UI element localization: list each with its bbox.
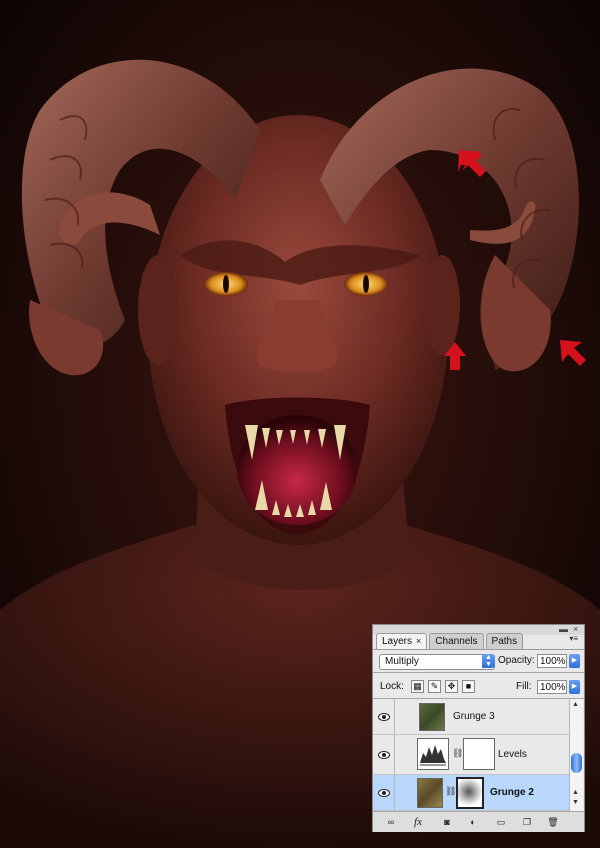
tab-channels[interactable]: Channels — [429, 633, 484, 649]
lock-label: Lock: — [380, 681, 404, 692]
photoshop-canvas: ▬ × Layers × Channels Paths ▾≡ Multiply ▲… — [0, 0, 600, 848]
visibility-eye-icon[interactable] — [373, 775, 395, 810]
close-icon[interactable]: × — [573, 624, 578, 634]
group-icon[interactable]: ▭ — [493, 815, 509, 829]
adjustment-icon[interactable]: ◐ — [465, 815, 481, 829]
levels-adjustment-icon — [417, 738, 449, 770]
scroll-thumb[interactable] — [571, 753, 582, 773]
layer-mask-thumbnail[interactable] — [456, 777, 484, 809]
mask-icon[interactable]: ◙ — [439, 815, 455, 829]
layer-mask-thumbnail[interactable] — [463, 738, 495, 770]
lock-image-icon[interactable]: ✎ — [428, 680, 441, 693]
visibility-eye-icon[interactable] — [373, 735, 395, 774]
tab-close-icon[interactable]: × — [416, 636, 421, 646]
opacity-label: Opacity: — [498, 655, 535, 666]
layers-panel: ▬ × Layers × Channels Paths ▾≡ Multiply ▲… — [372, 624, 585, 832]
layer-row-grunge-3[interactable]: Grunge 3 — [373, 699, 569, 735]
layer-thumbnail — [419, 703, 445, 731]
tab-layers[interactable]: Layers × — [376, 633, 428, 649]
layers-scrollbar[interactable]: ▲ ▲ ▼ — [569, 699, 583, 811]
new-layer-icon[interactable]: ❐ — [519, 815, 535, 829]
link-icon[interactable]: ∞ — [383, 815, 399, 829]
scroll-up-icon[interactable]: ▲ — [572, 789, 579, 796]
scroll-up-icon[interactable]: ▲ — [572, 701, 579, 708]
lock-all-icon[interactable]: ■ — [462, 680, 475, 693]
tab-channels-label: Channels — [435, 636, 478, 647]
divider — [373, 672, 584, 673]
fx-icon[interactable]: fx — [410, 815, 426, 829]
tab-layers-label: Layers — [382, 636, 413, 647]
layer-name: Grunge 3 — [453, 711, 495, 722]
visibility-eye-icon[interactable] — [373, 699, 395, 734]
fill-slider-button[interactable]: ▶ — [569, 680, 580, 694]
lock-position-icon[interactable]: ✥ — [445, 680, 458, 693]
fill-label: Fill: — [516, 681, 532, 692]
lock-transparent-icon[interactable]: ▦ — [411, 680, 424, 693]
panel-bottom-toolbar: ∞ fx ◙ ◐ ▭ ❐ 🗑 — [373, 811, 584, 832]
layer-thumbnail — [417, 778, 443, 808]
opacity-input[interactable]: 100% — [537, 654, 567, 668]
layer-name: Levels — [498, 749, 527, 760]
layer-name: Grunge 2 — [490, 787, 534, 798]
tab-divider — [373, 649, 584, 650]
chevron-updown-icon: ▲ ▼ — [482, 654, 495, 668]
tab-paths-label: Paths — [491, 636, 518, 647]
collapse-icon[interactable]: ▬ — [559, 624, 568, 634]
panel-tabs: Layers × Channels Paths — [376, 633, 524, 649]
scroll-down-icon[interactable]: ▼ — [572, 799, 579, 806]
link-chain-icon[interactable]: ⛓ — [452, 748, 463, 759]
fill-input[interactable]: 100% — [537, 680, 567, 694]
blend-mode-select[interactable]: Multiply ▲ ▼ — [379, 654, 495, 670]
layer-row-levels[interactable]: ⛓ Levels — [373, 735, 569, 775]
blend-mode-value: Multiply — [385, 656, 419, 667]
trash-icon[interactable]: 🗑 — [545, 815, 561, 829]
layer-row-grunge-2[interactable]: ⛓ Grunge 2 — [373, 775, 569, 811]
panel-menu-icon[interactable]: ▾≡ — [569, 634, 578, 643]
tab-paths[interactable]: Paths — [485, 633, 524, 649]
link-chain-icon[interactable]: ⛓ — [445, 786, 456, 797]
opacity-slider-button[interactable]: ▶ — [569, 654, 580, 668]
